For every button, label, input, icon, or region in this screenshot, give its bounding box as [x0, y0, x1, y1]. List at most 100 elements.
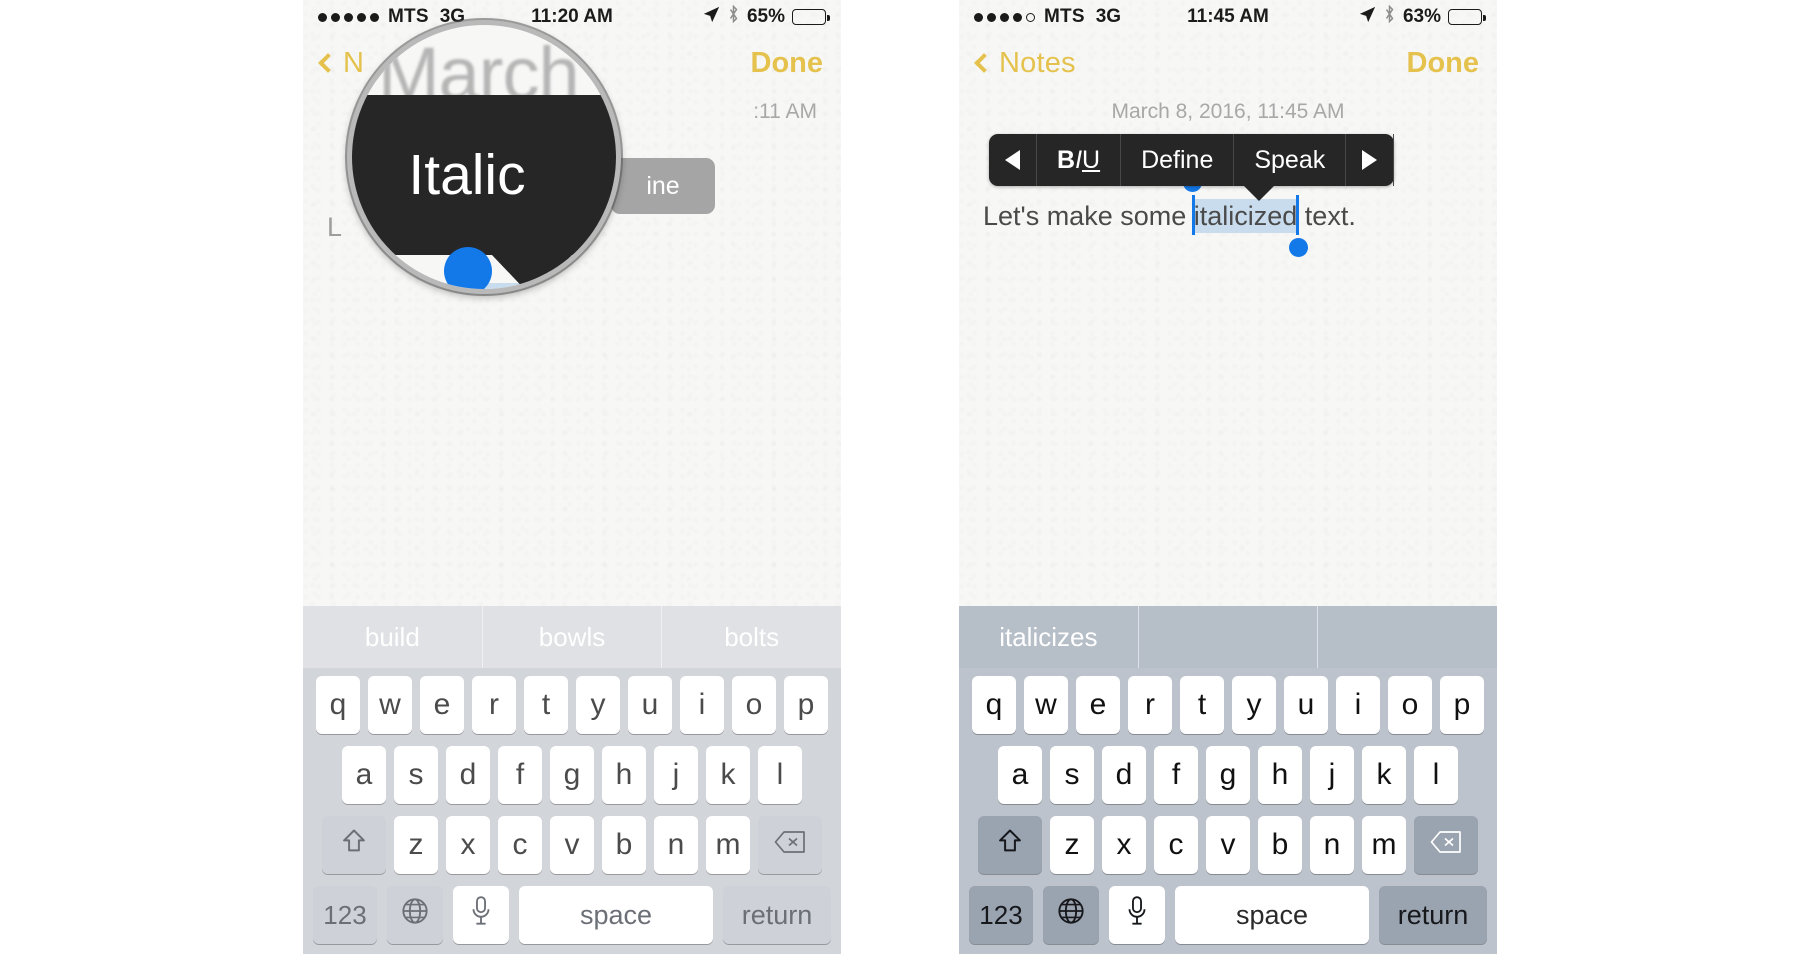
- key-v[interactable]: v: [550, 816, 594, 874]
- key-t[interactable]: t: [1180, 676, 1224, 734]
- keyboard-right: italicizes q w e r t y u i o p a s d f g…: [959, 606, 1497, 954]
- key-m[interactable]: m: [1362, 816, 1406, 874]
- key-h[interactable]: h: [602, 746, 646, 804]
- key-b[interactable]: b: [602, 816, 646, 874]
- key-o[interactable]: o: [1388, 676, 1432, 734]
- key-w[interactable]: w: [368, 676, 412, 734]
- key-l[interactable]: l: [758, 746, 802, 804]
- keyboard-row-3-right: z x c v b n m: [963, 816, 1493, 874]
- done-button-left[interactable]: Done: [751, 47, 824, 80]
- key-n[interactable]: n: [1310, 816, 1354, 874]
- key-y[interactable]: y: [576, 676, 620, 734]
- key-d[interactable]: d: [446, 746, 490, 804]
- key-a[interactable]: a: [342, 746, 386, 804]
- keyboard-row-2-left: a s d f g h j k l: [307, 746, 837, 804]
- status-bar-right: MTS 3G 11:45 AM 63%: [959, 0, 1497, 34]
- callout-prev-button[interactable]: [989, 134, 1037, 186]
- callout-next-button[interactable]: [1346, 134, 1395, 186]
- return-key-left[interactable]: return: [723, 886, 831, 944]
- key-j[interactable]: j: [654, 746, 698, 804]
- key-o[interactable]: o: [732, 676, 776, 734]
- key-q[interactable]: q: [972, 676, 1016, 734]
- globe-key-left[interactable]: [387, 886, 443, 944]
- dictation-key-right[interactable]: [1109, 886, 1165, 944]
- suggestion-item[interactable]: build: [303, 606, 483, 668]
- suggestion-item[interactable]: italicizes: [959, 606, 1139, 668]
- key-v[interactable]: v: [1206, 816, 1250, 874]
- key-s[interactable]: s: [1050, 746, 1094, 804]
- key-l[interactable]: l: [1414, 746, 1458, 804]
- key-x[interactable]: x: [446, 816, 490, 874]
- define-pill-button-left[interactable]: ine: [611, 158, 715, 214]
- keyboard-row-2-right: a s d f g h j k l: [963, 746, 1493, 804]
- keyboard-row-4-right: 123 space return: [963, 886, 1493, 944]
- key-c[interactable]: c: [498, 816, 542, 874]
- key-u[interactable]: u: [1284, 676, 1328, 734]
- key-d[interactable]: d: [1102, 746, 1146, 804]
- key-r[interactable]: r: [472, 676, 516, 734]
- back-button-right[interactable]: Notes: [974, 47, 1076, 80]
- delete-key-right[interactable]: [1414, 816, 1478, 874]
- bluetooth-icon: [727, 4, 740, 29]
- key-c[interactable]: c: [1154, 816, 1198, 874]
- key-g[interactable]: g: [1206, 746, 1250, 804]
- key-f[interactable]: f: [498, 746, 542, 804]
- key-u[interactable]: u: [628, 676, 672, 734]
- key-y[interactable]: y: [1232, 676, 1276, 734]
- status-right-group-right: 63%: [1359, 4, 1486, 29]
- key-s[interactable]: s: [394, 746, 438, 804]
- suggestion-item[interactable]: bowls: [483, 606, 663, 668]
- numbers-key-right[interactable]: 123: [969, 886, 1033, 944]
- shift-key-left[interactable]: [322, 816, 386, 874]
- key-t[interactable]: t: [524, 676, 568, 734]
- key-i[interactable]: i: [680, 676, 724, 734]
- selected-text[interactable]: italicized: [1182, 173, 1309, 257]
- loupe-italic-callout[interactable]: Italic: [352, 95, 616, 255]
- dictation-key-left[interactable]: [453, 886, 509, 944]
- numbers-key-left[interactable]: 123: [313, 886, 377, 944]
- globe-key-right[interactable]: [1043, 886, 1099, 944]
- note-body-right[interactable]: Let's make some italicized text.: [983, 173, 1473, 257]
- key-r[interactable]: r: [1128, 676, 1172, 734]
- key-p[interactable]: p: [784, 676, 828, 734]
- selection-handle-dot-icon[interactable]: [444, 247, 492, 289]
- loupe-callout-tail-icon: [492, 255, 572, 289]
- key-i[interactable]: i: [1336, 676, 1380, 734]
- key-n[interactable]: n: [654, 816, 698, 874]
- callout-speak-button[interactable]: Speak: [1234, 134, 1347, 186]
- key-a[interactable]: a: [998, 746, 1042, 804]
- space-key-right[interactable]: space: [1175, 886, 1369, 944]
- key-h[interactable]: h: [1258, 746, 1302, 804]
- key-k[interactable]: k: [706, 746, 750, 804]
- callout-format-button[interactable]: BIU: [1037, 134, 1122, 186]
- key-w[interactable]: w: [1024, 676, 1068, 734]
- delete-key-left[interactable]: [758, 816, 822, 874]
- key-e[interactable]: e: [1076, 676, 1120, 734]
- callout-define-button[interactable]: Define: [1121, 134, 1235, 186]
- nav-bar-right: Notes Done: [959, 34, 1497, 92]
- key-z[interactable]: z: [1050, 816, 1094, 874]
- return-key-right[interactable]: return: [1379, 886, 1487, 944]
- shift-key-right[interactable]: [978, 816, 1042, 874]
- chevron-left-icon: [974, 53, 994, 73]
- key-e[interactable]: e: [420, 676, 464, 734]
- key-m[interactable]: m: [706, 816, 750, 874]
- key-f[interactable]: f: [1154, 746, 1198, 804]
- suggestion-item[interactable]: [1318, 606, 1497, 668]
- suggestion-item[interactable]: bolts: [662, 606, 841, 668]
- key-z[interactable]: z: [394, 816, 438, 874]
- key-q[interactable]: q: [316, 676, 360, 734]
- globe-language-icon: [401, 897, 429, 933]
- key-g[interactable]: g: [550, 746, 594, 804]
- done-button-right[interactable]: Done: [1407, 47, 1480, 80]
- suggestion-item[interactable]: [1139, 606, 1319, 668]
- signal-strength-dots-right: [974, 12, 1035, 22]
- key-j[interactable]: j: [1310, 746, 1354, 804]
- battery-icon-right: [1448, 9, 1486, 25]
- key-k[interactable]: k: [1362, 746, 1406, 804]
- key-x[interactable]: x: [1102, 816, 1146, 874]
- space-key-left[interactable]: space: [519, 886, 713, 944]
- key-b[interactable]: b: [1258, 816, 1302, 874]
- backspace-delete-icon: [774, 828, 806, 862]
- key-p[interactable]: p: [1440, 676, 1484, 734]
